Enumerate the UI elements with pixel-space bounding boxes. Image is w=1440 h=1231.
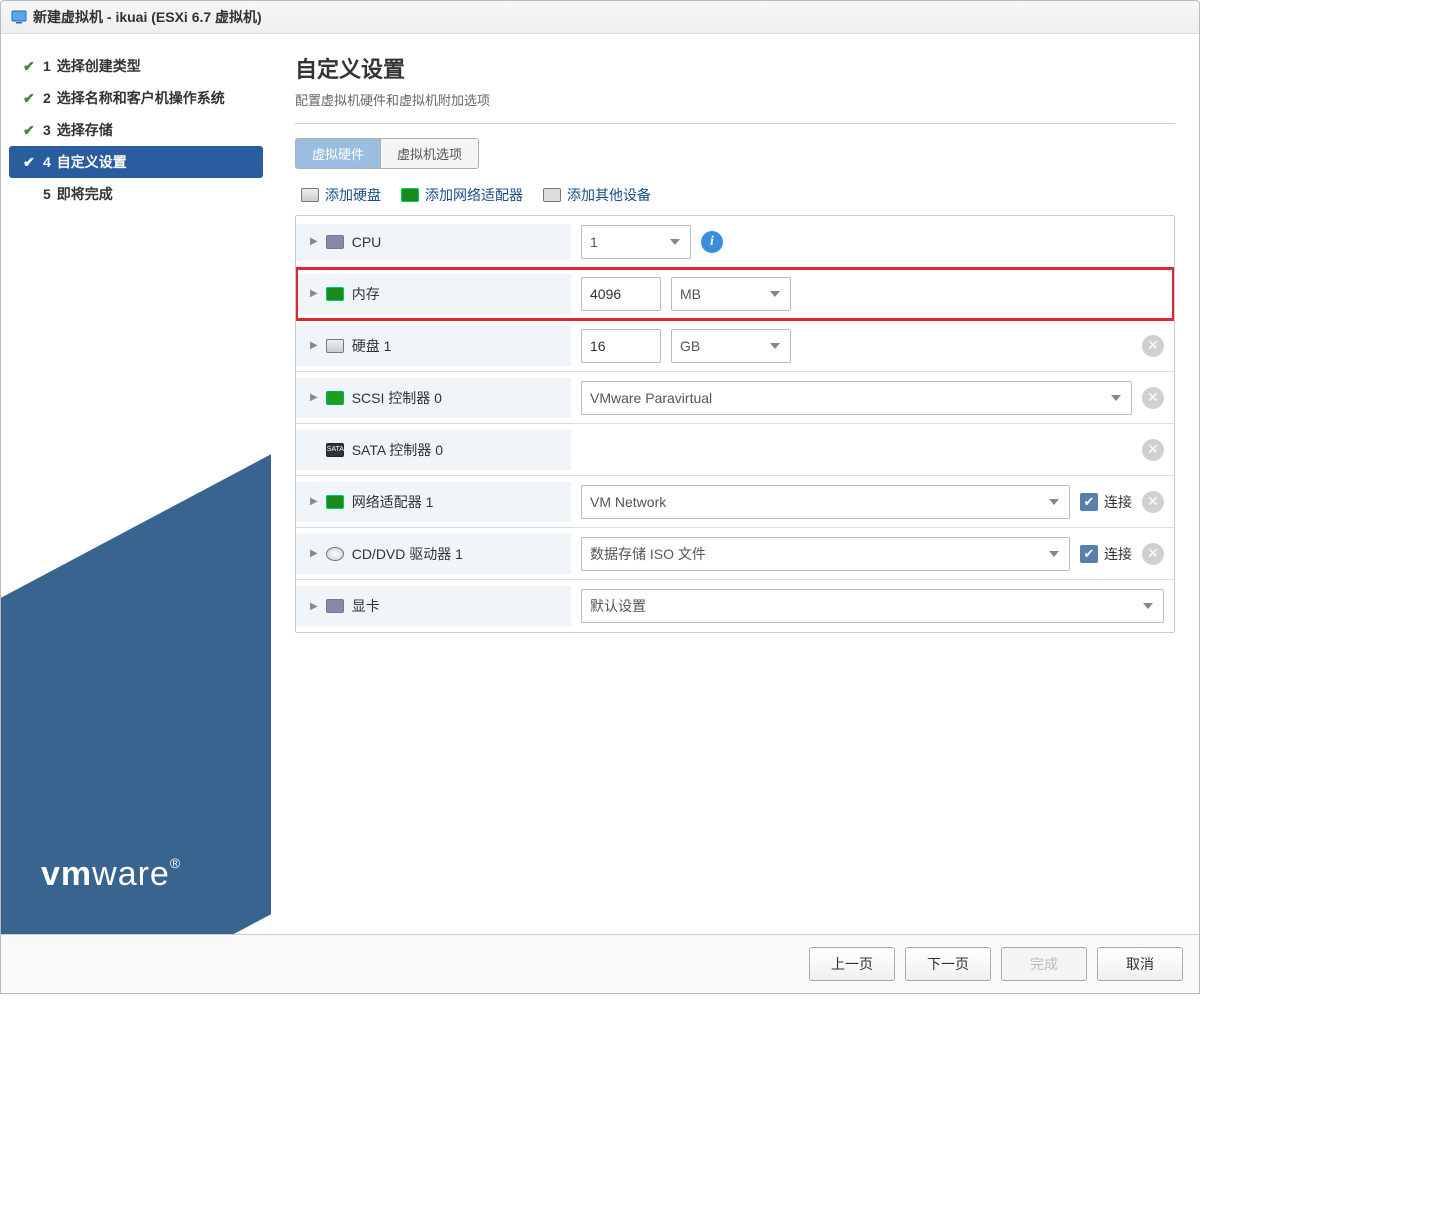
disk-row: ▶硬盘 1 GB ✕ (296, 320, 1174, 372)
scsi-row: ▶SCSI 控制器 0 VMware Paravirtual ✕ (296, 372, 1174, 424)
checkbox-checked-icon: ✔ (1080, 493, 1098, 511)
memory-size-input[interactable] (581, 277, 661, 311)
wizard-steps-sidebar: ✔1 选择创建类型 ✔2 选择名称和客户机操作系统 ✔3 选择存储 ✔4 自定义… (1, 34, 271, 934)
add-disk-button[interactable]: 添加硬盘 (301, 185, 381, 205)
checkbox-checked-icon: ✔ (1080, 545, 1098, 563)
remove-sata-button[interactable]: ✕ (1142, 439, 1164, 461)
cancel-button[interactable]: 取消 (1097, 947, 1183, 981)
memory-unit-select[interactable]: MB (671, 277, 791, 311)
next-button[interactable]: 下一页 (905, 947, 991, 981)
remove-nic-button[interactable]: ✕ (1142, 491, 1164, 513)
add-other-device-button[interactable]: 添加其他设备 (543, 185, 651, 205)
nic-icon (401, 188, 419, 202)
nic-row: ▶网络适配器 1 VM Network ✔连接 ✕ (296, 476, 1174, 528)
expand-icon[interactable]: ▶ (310, 392, 318, 403)
sata-icon: SATA (326, 443, 344, 457)
finish-button: 完成 (1001, 947, 1087, 981)
disk-icon (326, 339, 344, 353)
device-icon (543, 188, 561, 202)
remove-disk-button[interactable]: ✕ (1142, 335, 1164, 357)
sata-row: ▶SATASATA 控制器 0 ✕ (296, 424, 1174, 476)
titlebar[interactable]: 新建虚拟机 - ikuai (ESXi 6.7 虚拟机) (1, 1, 1199, 34)
disk-unit-select[interactable]: GB (671, 329, 791, 363)
scsi-icon (326, 391, 344, 405)
main-panel: 自定义设置 配置虚拟机硬件和虚拟机附加选项 虚拟硬件 虚拟机选项 添加硬盘 添加… (271, 34, 1199, 934)
step-1[interactable]: ✔1 选择创建类型 (9, 50, 263, 82)
cpu-row: ▶CPU 1 i (296, 216, 1174, 268)
remove-scsi-button[interactable]: ✕ (1142, 387, 1164, 409)
expand-icon[interactable]: ▶ (310, 496, 318, 507)
nic-icon (326, 495, 344, 509)
add-nic-button[interactable]: 添加网络适配器 (401, 185, 523, 205)
step-4[interactable]: ✔4 自定义设置 (9, 146, 263, 178)
cd-source-select[interactable]: 数据存储 ISO 文件 (581, 537, 1070, 571)
expand-icon[interactable]: ▶ (310, 340, 318, 351)
cd-connect-checkbox[interactable]: ✔连接 (1080, 544, 1132, 564)
page-title: 自定义设置 (295, 52, 1175, 84)
prev-button[interactable]: 上一页 (809, 947, 895, 981)
info-icon[interactable]: i (701, 231, 723, 253)
expand-icon[interactable]: ▶ (310, 601, 318, 612)
hardware-table: ▶CPU 1 i ▶内存 MB ▶硬盘 1 (295, 215, 1175, 633)
wizard-footer: 上一页 下一页 完成 取消 (1, 934, 1199, 993)
cd-icon (326, 547, 344, 561)
check-icon: ✔ (23, 90, 37, 107)
divider (295, 123, 1175, 124)
wizard-window: 新建虚拟机 - ikuai (ESXi 6.7 虚拟机) ✔1 选择创建类型 ✔… (0, 0, 1200, 994)
expand-icon[interactable]: ▶ (310, 548, 318, 559)
step-3[interactable]: ✔3 选择存储 (9, 114, 263, 146)
vm-icon (11, 9, 27, 25)
expand-icon[interactable]: ▶ (310, 288, 318, 299)
video-icon (326, 599, 344, 613)
disk-icon (301, 188, 319, 202)
video-settings-select[interactable]: 默认设置 (581, 589, 1164, 623)
tab-virtual-hardware[interactable]: 虚拟硬件 (296, 139, 380, 168)
settings-tabs: 虚拟硬件 虚拟机选项 (295, 138, 479, 169)
cpu-count-select[interactable]: 1 (581, 225, 691, 259)
check-icon: ✔ (23, 58, 37, 75)
remove-cd-button[interactable]: ✕ (1142, 543, 1164, 565)
expand-icon[interactable]: ▶ (310, 236, 318, 247)
hardware-toolbar: 添加硬盘 添加网络适配器 添加其他设备 (295, 183, 1175, 215)
decorative-triangle (1, 374, 271, 934)
step-5[interactable]: ✔5 即将完成 (9, 178, 263, 210)
scsi-type-select[interactable]: VMware Paravirtual (581, 381, 1132, 415)
check-icon: ✔ (23, 122, 37, 139)
nic-connect-checkbox[interactable]: ✔连接 (1080, 492, 1132, 512)
nic-network-select[interactable]: VM Network (581, 485, 1070, 519)
step-2[interactable]: ✔2 选择名称和客户机操作系统 (9, 82, 263, 114)
check-icon: ✔ (23, 154, 37, 171)
disk-size-input[interactable] (581, 329, 661, 363)
window-title: 新建虚拟机 - ikuai (ESXi 6.7 虚拟机) (33, 7, 262, 27)
cd-row: ▶CD/DVD 驱动器 1 数据存储 ISO 文件 ✔连接 ✕ (296, 528, 1174, 580)
vmware-logo: vmware® (41, 855, 181, 894)
cpu-icon (326, 235, 344, 249)
memory-row: ▶内存 MB (296, 268, 1174, 320)
page-subtitle: 配置虚拟机硬件和虚拟机附加选项 (295, 90, 1175, 109)
memory-icon (326, 287, 344, 301)
tab-vm-options[interactable]: 虚拟机选项 (380, 139, 478, 168)
video-row: ▶显卡 默认设置 (296, 580, 1174, 632)
